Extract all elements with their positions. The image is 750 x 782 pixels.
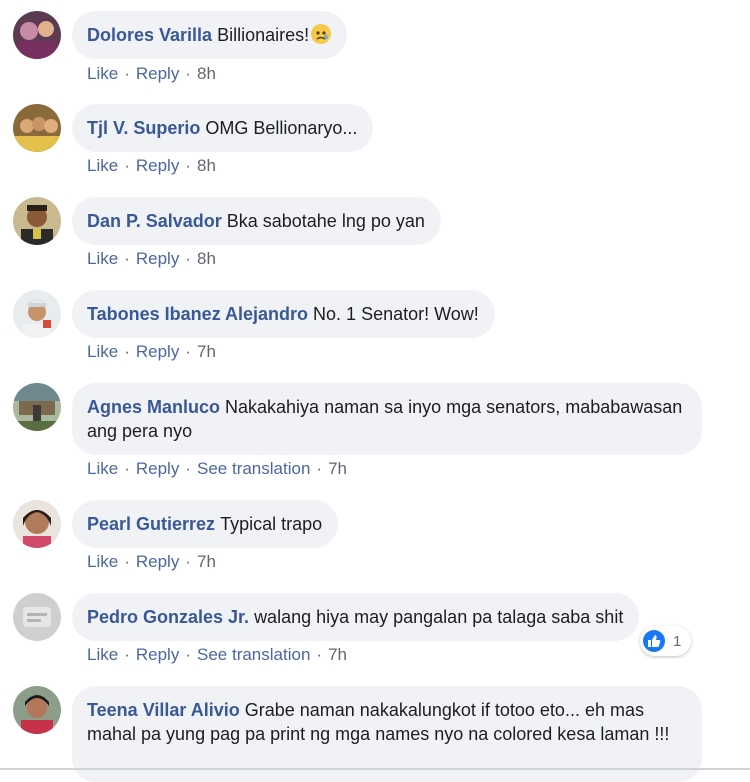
avatar-image bbox=[13, 197, 61, 245]
reply-link[interactable]: Reply bbox=[136, 552, 179, 571]
comment-actions: Like · Reply · 8h bbox=[87, 64, 216, 84]
see-translation-link[interactable]: See translation bbox=[197, 645, 310, 664]
comment-bubble: Pedro Gonzales Jr. walang hiya may pangal… bbox=[72, 593, 640, 641]
commenter-name[interactable]: Pearl Gutierrez bbox=[87, 514, 215, 534]
separator: · bbox=[185, 156, 191, 175]
tear-emoji-icon bbox=[311, 24, 332, 44]
avatar[interactable] bbox=[13, 11, 61, 59]
avatar[interactable] bbox=[13, 686, 61, 734]
commenter-name[interactable]: Teena Villar Alivio bbox=[87, 700, 240, 720]
timestamp[interactable]: 7h bbox=[328, 645, 347, 664]
timestamp[interactable]: 7h bbox=[197, 552, 216, 571]
commenter-name[interactable]: Pedro Gonzales Jr. bbox=[87, 607, 249, 627]
avatar[interactable] bbox=[13, 104, 61, 152]
reply-link[interactable]: Reply bbox=[136, 249, 179, 268]
comment-bubble: Agnes Manluco Nakakahiya naman sa inyo mg… bbox=[72, 383, 702, 455]
avatar-image bbox=[13, 104, 61, 152]
comment-actions: Like · Reply · 7h bbox=[87, 342, 216, 362]
commenter-name[interactable]: Agnes Manluco bbox=[87, 397, 220, 417]
commenter-name[interactable]: Dan P. Salvador bbox=[87, 211, 222, 231]
commenter-name[interactable]: Dolores Varilla bbox=[87, 25, 212, 45]
comment-text: Bka sabotahe lng po yan bbox=[226, 211, 425, 231]
avatar-image bbox=[13, 500, 61, 548]
comment-actions: Like · Reply · 8h bbox=[87, 156, 216, 176]
like-link[interactable]: Like bbox=[87, 64, 118, 83]
commenter-name[interactable]: Tjl V. Superio bbox=[87, 118, 200, 138]
timestamp[interactable]: 8h bbox=[197, 156, 216, 175]
separator: · bbox=[185, 552, 191, 571]
separator: · bbox=[124, 156, 130, 175]
avatar[interactable] bbox=[13, 500, 61, 548]
separator: · bbox=[185, 342, 191, 361]
see-translation-link[interactable]: See translation bbox=[197, 459, 310, 478]
commenter-name[interactable]: Tabones Ibanez Alejandro bbox=[87, 304, 308, 324]
like-link[interactable]: Like bbox=[87, 459, 118, 478]
separator: · bbox=[185, 249, 191, 268]
separator: · bbox=[124, 552, 130, 571]
comment-text: OMG Bellionaryo... bbox=[205, 118, 358, 138]
comment-actions: Like · Reply · 7h bbox=[87, 552, 216, 572]
thumbs-up-icon bbox=[643, 630, 665, 652]
reply-link[interactable]: Reply bbox=[136, 459, 179, 478]
separator: · bbox=[124, 64, 130, 83]
comment-bubble: Dolores Varilla Billionaires! bbox=[72, 11, 348, 59]
comment-text: walang hiya may pangalan pa talaga saba … bbox=[254, 607, 624, 627]
timestamp[interactable]: 7h bbox=[328, 459, 347, 478]
reply-link[interactable]: Reply bbox=[136, 342, 179, 361]
separator: · bbox=[185, 64, 191, 83]
comment-actions: Like · Reply · 8h bbox=[87, 249, 216, 269]
comment-bubble: Tabones Ibanez Alejandro No. 1 Senator! W… bbox=[72, 290, 495, 338]
comment-bubble: Tjl V. Superio OMG Bellionaryo... bbox=[72, 104, 374, 152]
reaction-count[interactable]: 1 bbox=[640, 626, 692, 656]
reply-link[interactable]: Reply bbox=[136, 645, 179, 664]
like-link[interactable]: Like bbox=[87, 249, 118, 268]
separator: · bbox=[316, 645, 323, 664]
separator: · bbox=[124, 249, 130, 268]
separator: · bbox=[124, 459, 130, 478]
separator: · bbox=[185, 459, 191, 478]
separator: · bbox=[124, 645, 130, 664]
comment-actions: Like · Reply · See translation · 7h bbox=[87, 459, 347, 479]
reply-link[interactable]: Reply bbox=[136, 64, 179, 83]
timestamp[interactable]: 8h bbox=[197, 249, 216, 268]
comment-bubble: Dan P. Salvador Bka sabotahe lng po yan bbox=[72, 197, 441, 245]
timestamp[interactable]: 7h bbox=[197, 342, 216, 361]
comment-bubble: Pearl Gutierrez Typical trapo bbox=[72, 500, 339, 548]
timestamp[interactable]: 8h bbox=[197, 64, 216, 83]
reaction-count-label: 1 bbox=[673, 632, 682, 650]
comment-actions: Like · Reply · See translation · 7h bbox=[87, 645, 347, 665]
separator: · bbox=[124, 342, 130, 361]
separator: · bbox=[185, 645, 191, 664]
comment-text: No. 1 Senator! Wow! bbox=[313, 304, 479, 324]
avatar-image bbox=[13, 593, 61, 641]
avatar[interactable] bbox=[13, 290, 61, 338]
avatar[interactable] bbox=[13, 197, 61, 245]
reply-link[interactable]: Reply bbox=[136, 156, 179, 175]
separator: · bbox=[316, 459, 323, 478]
avatar-image bbox=[13, 686, 61, 734]
comment-text: Billionaires! bbox=[217, 25, 310, 45]
avatar-image bbox=[13, 11, 61, 59]
like-link[interactable]: Like bbox=[87, 156, 118, 175]
like-link[interactable]: Like bbox=[87, 645, 118, 664]
avatar[interactable] bbox=[13, 383, 61, 431]
comment-text: Typical trapo bbox=[220, 514, 323, 534]
avatar-image bbox=[13, 383, 61, 431]
avatar[interactable] bbox=[13, 593, 61, 641]
like-link[interactable]: Like bbox=[87, 552, 118, 571]
like-link[interactable]: Like bbox=[87, 342, 118, 361]
avatar-image bbox=[13, 290, 61, 338]
